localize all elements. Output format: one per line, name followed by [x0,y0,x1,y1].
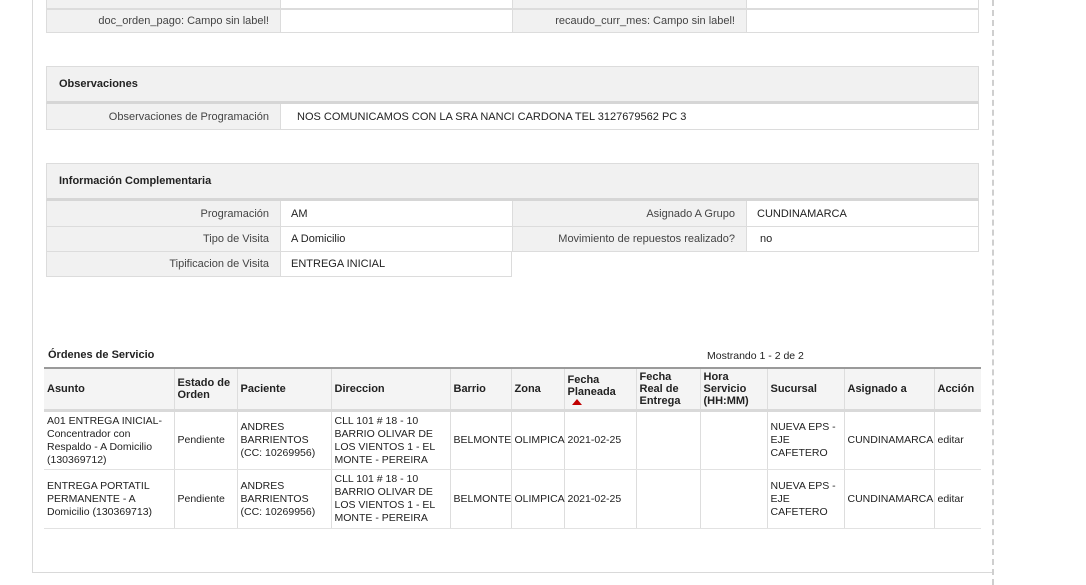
cell-paciente: ANDRES BARRIENTOS (CC: 10269956) [236,469,331,529]
detail-row-tipificacion: Tipificacion de Visita ENTREGA INICIAL [46,252,512,277]
column-header-estado[interactable]: Estado de Orden [173,368,237,412]
sort-ascending-icon [571,398,582,405]
column-header-paciente[interactable]: Paciente [236,368,331,412]
column-header-direccion[interactable]: Direccion [330,368,450,412]
section-title: Observaciones [59,78,138,90]
cell-asignado: CUNDINAMARCA [843,410,934,470]
field-value [280,10,513,32]
cell-asunto: A01 ENTREGA INICIAL- Concentrador con Re… [44,410,174,470]
cell-fecha-real [635,410,700,470]
column-header-asunto[interactable]: Asunto [44,368,174,412]
cell-estado: Pendiente [173,469,237,529]
table-row: ENTREGA PORTATIL PERMANENTE - A Domicili… [44,469,981,529]
field-value: no [746,227,978,251]
field-label: doc_orden_pago: Campo sin label! [47,10,280,32]
column-header-asignado[interactable]: Asignado a [843,368,934,412]
detail-row-tipo-visita: Tipo de Visita A Domicilio Movimiento de… [46,227,979,252]
section-info-complementaria-header: Información Complementaria [46,163,979,201]
field-value: ENTREGA INICIAL [280,252,511,276]
field-label: Asignado A Grupo [513,201,746,226]
cell-paciente: ANDRES BARRIENTOS (CC: 10269956) [236,410,331,470]
column-header-fecha-real[interactable]: Fecha Real de Entrega [635,368,700,412]
field-value: NOS COMUNICAMOS CON LA SRA NANCI CARDONA… [280,104,978,129]
field-label: Programación [47,201,280,226]
column-header-hora-servicio[interactable]: Hora Servicio (HH:MM) [699,368,767,412]
cell-estado: Pendiente [173,410,237,470]
section-title: Información Complementaria [59,175,212,187]
field-label: Tipificacion de Visita [47,252,280,276]
section-observaciones-header: Observaciones [46,66,979,104]
field-value: AM [280,201,513,226]
orders-title: Órdenes de Servicio [48,349,155,361]
cell-asunto: ENTREGA PORTATIL PERMANENTE - A Domicili… [44,469,174,529]
table-header-row: Asunto Estado de Orden Paciente Direccio… [44,368,981,412]
cell-direccion: CLL 101 # 18 - 10 BARRIO OLIVAR DE LOS V… [330,410,450,470]
cell-zona: OLIMPICA [510,410,565,470]
cell-barrio: BELMONTE [449,469,511,529]
edit-link[interactable]: editar [938,434,964,446]
edit-link[interactable]: editar [938,493,964,505]
orders-table: Asunto Estado de Orden Paciente Direccio… [44,367,981,529]
orders-count: Mostrando 1 - 2 de 2 [707,350,804,362]
column-header-fecha-planeada[interactable]: Fecha Planeada [563,368,636,412]
field-label: Movimiento de repuestos realizado? [513,227,746,251]
detail-row-doc-orden-pago: doc_orden_pago: Campo sin label! recaudo… [46,9,979,33]
field-label: Tipo de Visita [47,227,280,251]
detail-row-observaciones: Observaciones de Programación NOS COMUNI… [46,104,979,130]
cell-direccion: CLL 101 # 18 - 10 BARRIO OLIVAR DE LOS V… [330,469,450,529]
field-value [746,10,978,32]
field-label: recaudo_curr_mes: Campo sin label! [513,10,746,32]
table-row: A01 ENTREGA INICIAL- Concentrador con Re… [44,410,981,470]
cell-asignado: CUNDINAMARCA [843,469,934,529]
cell-fecha-planeada: 2021-02-25 [563,410,636,470]
column-header-zona[interactable]: Zona [510,368,564,412]
cell-sucursal: NUEVA EPS - EJE CAFETERO [766,469,844,529]
cell-hora [699,410,767,470]
cell-fecha-planeada: 2021-02-25 [563,469,636,529]
column-header-accion: Acción [933,368,981,412]
field-label: Observaciones de Programación [47,104,280,129]
field-value: A Domicilio [280,227,513,251]
field-value: CUNDINAMARCA [746,201,978,226]
cell-zona: OLIMPICA [510,469,565,529]
detail-row-doc-orden-pago [46,0,979,9]
column-header-sucursal[interactable]: Sucursal [766,368,844,412]
detail-row-programacion: Programación AM Asignado A Grupo CUNDINA… [46,201,979,227]
cell-sucursal: NUEVA EPS - EJE CAFETERO [766,410,844,470]
cell-barrio: BELMONTE [449,410,511,470]
cell-hora [699,469,767,529]
panel-divider [992,0,994,585]
cell-fecha-real [635,469,700,529]
column-header-barrio[interactable]: Barrio [449,368,511,412]
